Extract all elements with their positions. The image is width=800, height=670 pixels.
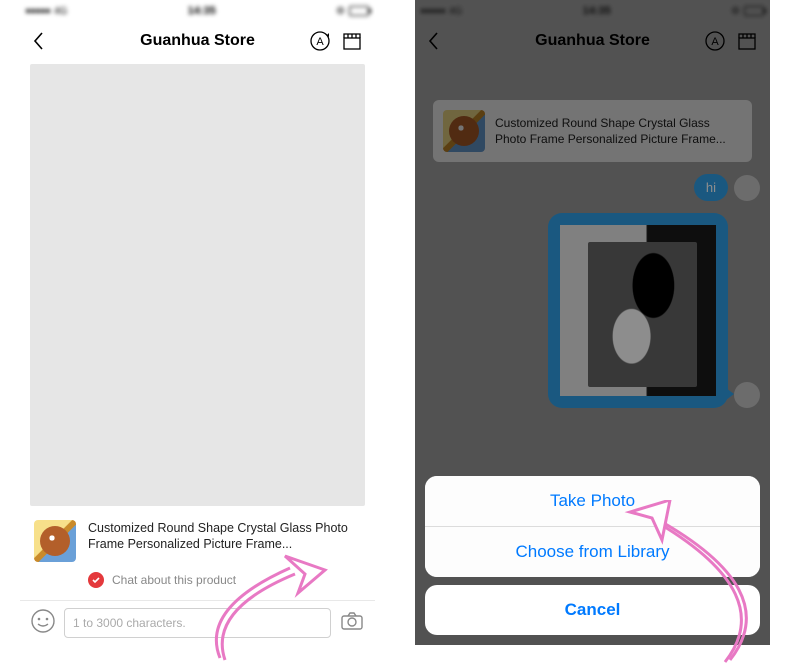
action-sheet: Take Photo Choose from Library Cancel xyxy=(425,476,760,635)
store-icon[interactable] xyxy=(341,30,363,52)
check-icon xyxy=(88,572,104,588)
message-placeholder: 1 to 3000 characters. xyxy=(73,616,186,630)
message-input[interactable]: 1 to 3000 characters. xyxy=(64,608,331,638)
page-title: Guanhua Store xyxy=(140,32,255,50)
phone-screen-left: 4G 14:35 ⚙ Guanhua Store A xyxy=(20,0,375,645)
cancel-button[interactable]: Cancel xyxy=(425,585,760,635)
nav-bar: Guanhua Store A xyxy=(20,22,375,60)
back-button[interactable] xyxy=(32,31,46,51)
product-title: Customized Round Shape Crystal Glass Pho… xyxy=(88,520,361,552)
emoji-icon[interactable] xyxy=(30,608,56,639)
status-time: 14:35 xyxy=(188,5,216,17)
camera-icon[interactable] xyxy=(339,608,365,639)
product-thumbnail xyxy=(34,520,76,562)
choose-from-library-button[interactable]: Choose from Library xyxy=(425,526,760,577)
status-bar: 4G 14:35 ⚙ xyxy=(20,0,375,22)
phone-screen-right: 4G 14:35 ⚙ Guanhua Store A xyxy=(415,0,770,645)
empty-chat-area xyxy=(30,64,365,506)
svg-text:A: A xyxy=(316,36,324,48)
refresh-a-icon[interactable]: A xyxy=(309,30,331,52)
message-input-bar: 1 to 3000 characters. xyxy=(20,600,375,645)
chat-about-row[interactable]: Chat about this product xyxy=(20,566,375,600)
chat-about-label: Chat about this product xyxy=(112,573,236,587)
take-photo-button[interactable]: Take Photo xyxy=(425,476,760,526)
product-preview[interactable]: Customized Round Shape Crystal Glass Pho… xyxy=(20,512,375,566)
